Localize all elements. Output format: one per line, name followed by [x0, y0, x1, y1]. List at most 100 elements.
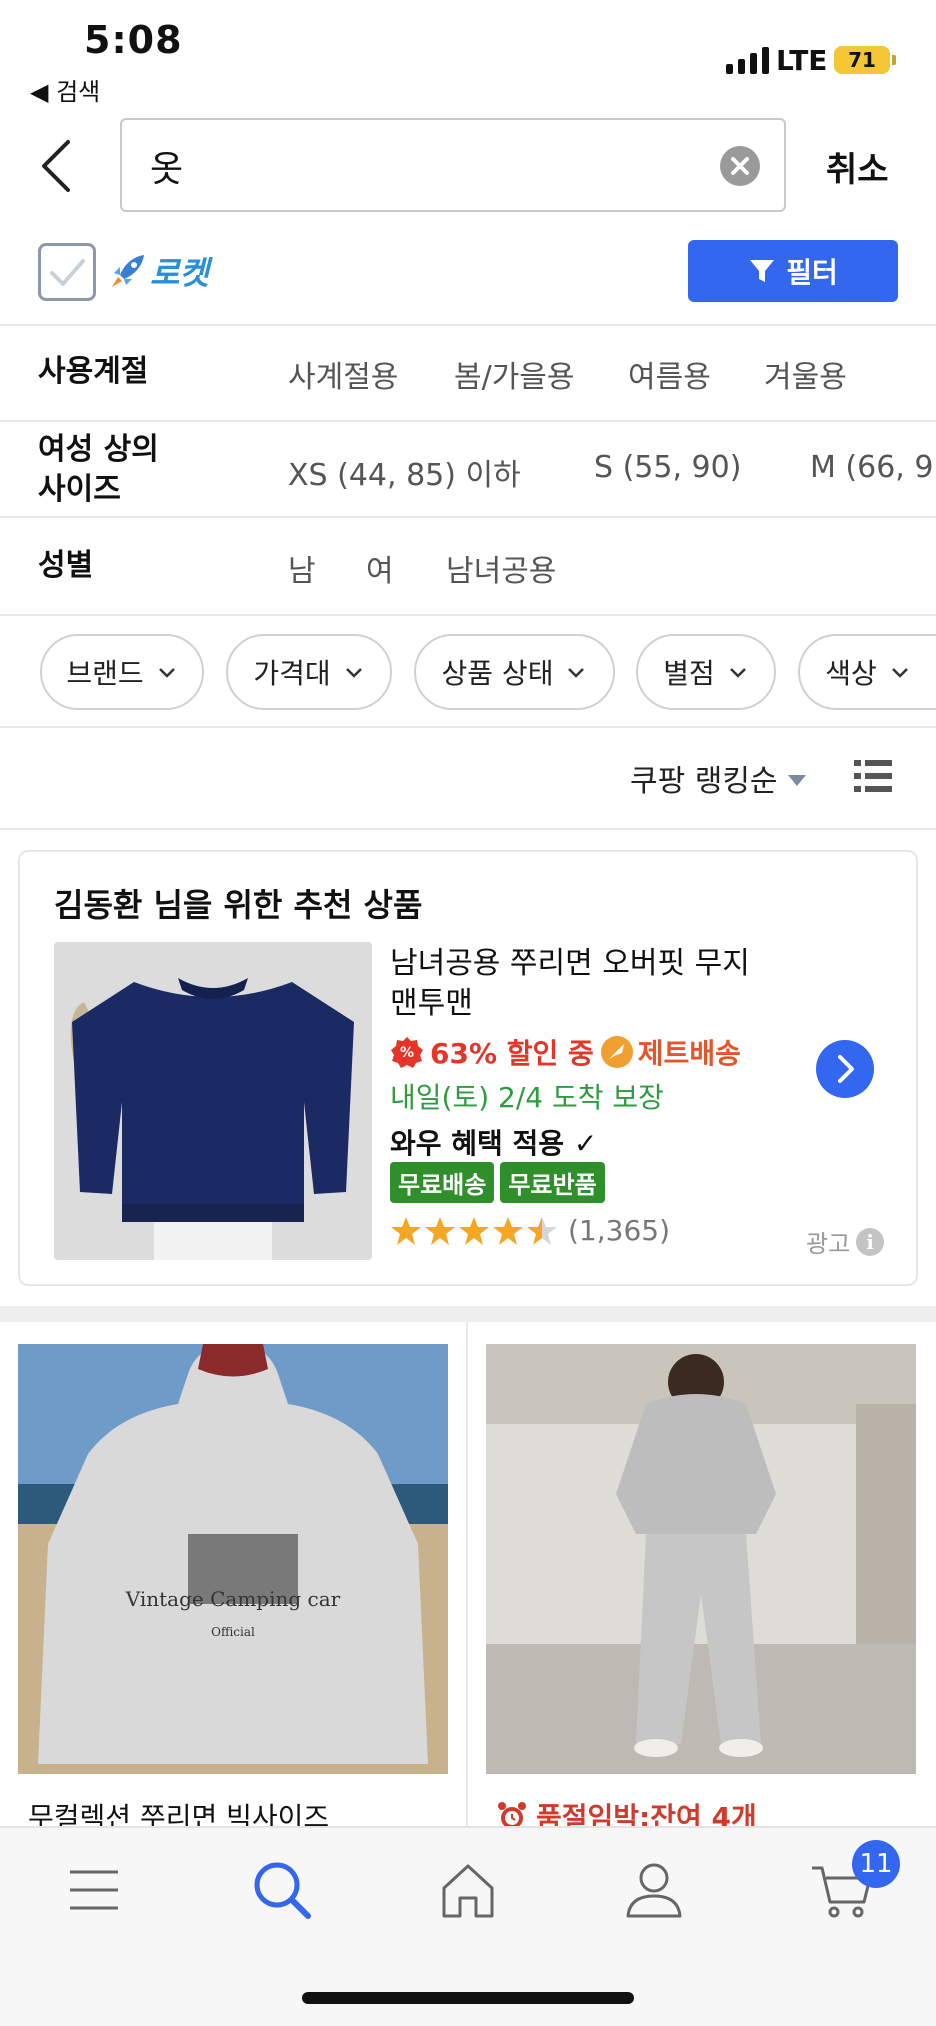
season-option[interactable]: 겨울용 — [764, 352, 847, 396]
divider — [0, 828, 936, 830]
sweatshirt-photo — [54, 942, 372, 1260]
menu-icon — [70, 1870, 118, 1910]
chip-label: 별점 — [663, 657, 715, 690]
tab-search[interactable] — [250, 1858, 314, 1922]
chip-label: 가격대 — [253, 657, 331, 690]
filter-size-label-line2: 사이즈 — [38, 472, 121, 507]
cart-count-badge: 11 — [852, 1840, 900, 1888]
list-view-icon[interactable] — [854, 758, 892, 794]
product-image[interactable] — [486, 1344, 916, 1774]
wow-benefit: 와우 혜택 적용 ✓ — [390, 1122, 597, 1162]
wow-benefit-label: 와우 혜택 적용 — [390, 1127, 565, 1160]
chevron-down-icon — [891, 668, 908, 678]
hoodie-print-subtext: Official — [211, 1625, 255, 1639]
recommendation-product-image[interactable] — [54, 942, 372, 1260]
size-option[interactable]: XS (44, 85) 이하 — [288, 450, 521, 494]
jet-delivery: 제트배송 — [600, 1032, 741, 1072]
divider — [0, 614, 936, 616]
size-option[interactable]: M (66, 9 — [810, 450, 933, 485]
gender-option[interactable]: 남 — [288, 546, 316, 590]
season-option[interactable]: 사계절용 — [288, 352, 398, 396]
chevron-down-icon — [158, 668, 175, 678]
star-icon — [493, 1216, 523, 1245]
user-icon — [626, 1863, 682, 1918]
product-image[interactable]: Vintage Camping car Official — [18, 1344, 448, 1774]
signal-icon — [726, 46, 769, 74]
star-icon — [459, 1216, 489, 1245]
battery-icon: 71 — [834, 46, 890, 74]
filter-button[interactable]: 필터 — [688, 240, 898, 302]
battery-cap — [892, 55, 896, 65]
arrival-guarantee: 내일(토) 2/4 도착 보장 — [390, 1081, 664, 1114]
status-bar: 5:08 ◀ 검색 LTE 71 — [0, 0, 936, 110]
hoodie-print-text: Vintage Camping car — [125, 1587, 341, 1611]
divider — [0, 420, 936, 422]
sort-dropdown[interactable]: 쿠팡 랭킹순 — [630, 756, 806, 800]
check-icon: ✓ — [573, 1127, 598, 1160]
svg-text:%: % — [400, 1045, 414, 1061]
free-shipping-tag: 무료배송 — [390, 1162, 495, 1203]
check-icon — [50, 259, 85, 286]
jet-delivery-icon — [600, 1036, 633, 1068]
chip-price[interactable]: 가격대 — [226, 634, 392, 710]
size-option[interactable]: S (55, 90) — [594, 450, 741, 485]
sort-label: 쿠팡 랭킹순 — [630, 764, 778, 799]
tab-home[interactable] — [436, 1858, 500, 1922]
benefit-tags: 무료배송 무료반품 — [390, 1162, 605, 1203]
recommendation-card[interactable]: 김동환 님을 위한 추천 상품 남녀공용 쭈리면 오버핏 무지 맨투맨 % 63… — [18, 850, 918, 1286]
ad-label[interactable]: 광고 i — [806, 1224, 885, 1259]
divider — [0, 516, 936, 518]
chip-label: 브랜드 — [66, 657, 144, 690]
grid-divider — [466, 1322, 468, 1832]
rating: (1,365) — [390, 1214, 670, 1247]
chip-label: 상품 상태 — [441, 657, 554, 690]
funnel-icon — [750, 260, 775, 282]
section-gap — [0, 1306, 936, 1322]
discount-badge-icon: % — [391, 1037, 423, 1068]
season-option[interactable]: 여름용 — [628, 352, 711, 396]
jet-delivery-label: 제트배송 — [637, 1037, 741, 1070]
tab-menu[interactable] — [62, 1858, 126, 1922]
rocket-checkbox[interactable] — [38, 243, 96, 301]
season-option[interactable]: 봄/가을용 — [454, 352, 575, 396]
chevron-down-icon — [568, 668, 585, 678]
chip-rating[interactable]: 별점 — [636, 634, 776, 710]
filter-gender-label: 성별 — [38, 548, 94, 583]
gender-option[interactable]: 여 — [366, 546, 394, 590]
back-to-app-link[interactable]: ◀ 검색 — [30, 72, 100, 107]
filter-button-label: 필터 — [786, 256, 838, 289]
close-icon — [731, 157, 749, 175]
filter-size-label: 여성 상의 사이즈 — [38, 430, 159, 510]
gender-option[interactable]: 남녀공용 — [446, 546, 556, 590]
filter-size-label-line1: 여성 상의 — [38, 432, 159, 467]
star-icon — [391, 1216, 421, 1245]
recommendation-product-name[interactable]: 남녀공용 쭈리면 오버핏 무지 맨투맨 — [390, 944, 770, 1024]
free-return-tag: 무료반품 — [500, 1162, 605, 1203]
network-type: LTE — [776, 44, 828, 77]
recommendation-title: 김동환 님을 위한 추천 상품 — [54, 886, 423, 924]
review-count: (1,365) — [568, 1214, 671, 1247]
search-input[interactable] — [150, 138, 710, 194]
star-half-icon — [527, 1216, 557, 1245]
chip-brand[interactable]: 브랜드 — [40, 634, 204, 710]
back-button[interactable] — [38, 136, 78, 196]
divider — [0, 324, 936, 326]
chevron-down-icon — [345, 668, 362, 678]
star-icon — [425, 1216, 455, 1245]
discount-line: % 63% 할인 중 제트배송 — [390, 1032, 741, 1072]
cancel-button[interactable]: 취소 — [826, 142, 889, 191]
info-icon[interactable]: i — [856, 1227, 885, 1256]
chip-color[interactable]: 색상 — [798, 634, 936, 710]
chevron-left-icon — [42, 140, 70, 192]
tab-my[interactable] — [622, 1858, 686, 1922]
home-indicator — [302, 1992, 634, 2004]
chevron-right-icon — [838, 1055, 854, 1083]
search-icon — [254, 1862, 311, 1919]
divider — [0, 726, 936, 728]
chip-label: 색상 — [825, 657, 877, 690]
next-recommendation-button[interactable] — [816, 1040, 874, 1098]
rocket-icon — [112, 255, 144, 287]
hoodie-photo: Vintage Camping car Official — [18, 1344, 448, 1774]
chip-condition[interactable]: 상품 상태 — [414, 634, 615, 710]
clear-search-button[interactable] — [720, 146, 760, 186]
